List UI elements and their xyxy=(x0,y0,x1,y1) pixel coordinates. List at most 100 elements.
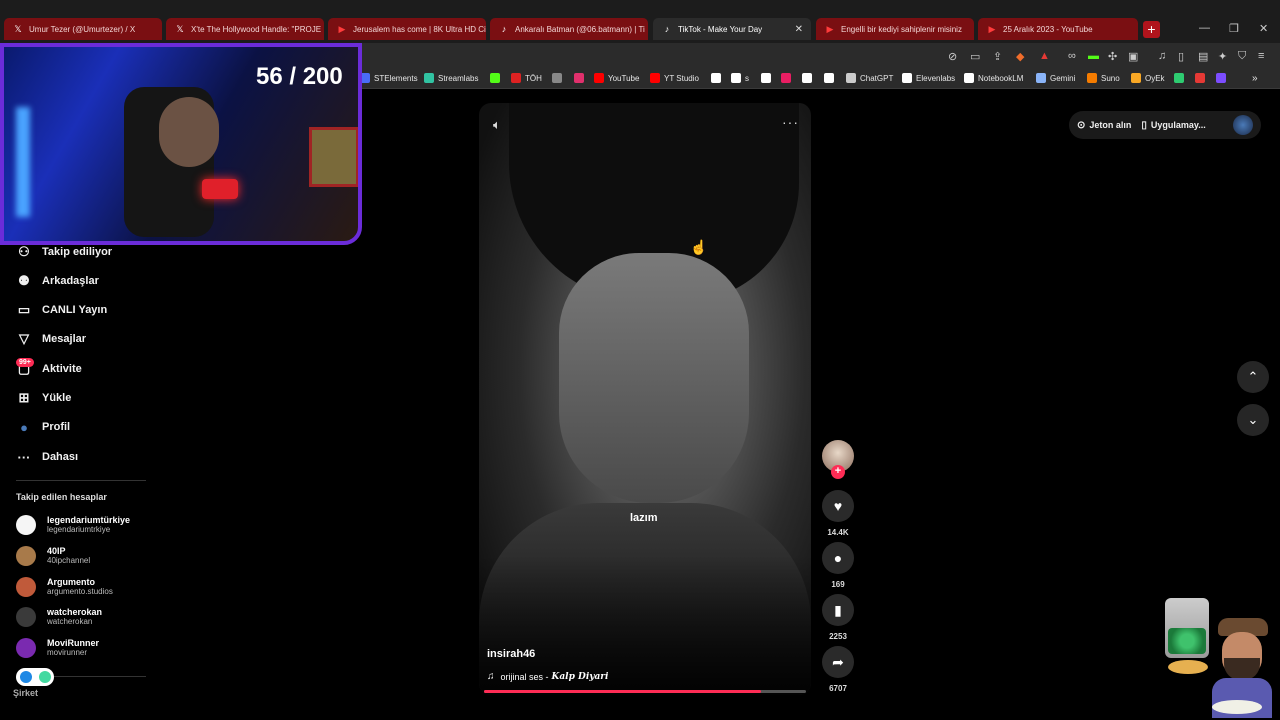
bookmark-item[interactable]: ChatGPT xyxy=(846,73,893,83)
sidebar-item[interactable]: ··· Dahası xyxy=(16,449,79,465)
vpn-shield-icon[interactable]: ⛉ xyxy=(1238,50,1246,63)
minimize-icon[interactable]: — xyxy=(1199,22,1210,34)
browser-menu-icon[interactable]: ≡ xyxy=(1258,50,1264,62)
bookmark-item[interactable]: STElements xyxy=(360,73,418,83)
sidebar-item-label: Yükle xyxy=(42,392,72,404)
brave-shield-icon[interactable]: ◆ xyxy=(1016,50,1024,63)
bookmark-item[interactable] xyxy=(781,73,795,83)
followed-account[interactable]: Argumento argumento.studios xyxy=(16,577,113,597)
bookmark-item[interactable] xyxy=(1195,73,1209,83)
follow-plus-button[interactable]: + xyxy=(831,465,845,479)
heart-icon[interactable]: ♥ xyxy=(822,490,854,522)
bookmark-item[interactable] xyxy=(761,73,775,83)
user-avatar[interactable] xyxy=(1233,115,1253,135)
get-coins-button[interactable]: ⊙ Jeton alın xyxy=(1077,120,1131,131)
sidebar-item[interactable]: ⚇ Takip ediliyor xyxy=(16,244,112,260)
browser-tab[interactable]: 𝕏 X'te The Hollywood Handle: "PROJE xyxy=(166,18,324,40)
maximize-icon[interactable]: ❐ xyxy=(1229,22,1239,35)
video-player[interactable] xyxy=(479,103,811,695)
bookmark-item[interactable] xyxy=(490,73,504,83)
previous-video-button[interactable]: ⌃ xyxy=(1237,361,1269,393)
browser-tab[interactable]: ♪ TikTok - Make Your Day ✕ xyxy=(653,18,811,40)
bookmark-favicon-icon xyxy=(824,73,834,83)
play-mini-icon[interactable] xyxy=(19,671,32,683)
extension-glasses-icon[interactable]: ∞ xyxy=(1068,50,1076,62)
bookmark-item[interactable] xyxy=(802,73,816,83)
bookmark-item[interactable] xyxy=(1174,73,1188,83)
more-options-icon[interactable]: ··· xyxy=(782,114,799,130)
bookmark-item[interactable] xyxy=(824,73,838,83)
sidebar-toggle-icon[interactable]: ▯ xyxy=(1178,50,1184,63)
upload-icon: ⊞ xyxy=(18,390,30,405)
volume-icon[interactable]: 🔈︎ xyxy=(493,117,501,133)
sidebar-item[interactable]: ▭ CANLI Yayın xyxy=(16,302,107,318)
cast-icon[interactable]: ▭ xyxy=(970,50,980,63)
bookmark-item[interactable]: YT Studio xyxy=(650,73,699,83)
bookmarks-overflow-icon[interactable]: » xyxy=(1252,73,1258,84)
bookmark-item[interactable]: YouTube xyxy=(594,73,639,83)
browser-tab-label: Ankaralı Batman (@06.batmann) | Ti xyxy=(515,24,645,34)
bookmark-favicon-icon xyxy=(731,73,741,83)
bookmark-favicon-icon xyxy=(902,73,912,83)
sidebar-item[interactable]: ⚉ Arkadaşlar xyxy=(16,273,99,289)
power-mini-icon[interactable] xyxy=(38,671,51,683)
comment-action[interactable]: ● 169 xyxy=(822,542,854,589)
bookmark-item[interactable] xyxy=(552,73,566,83)
bookmark-label: NotebookLM xyxy=(978,73,1024,83)
save-action[interactable]: ▮ 2253 xyxy=(822,594,854,641)
sidebar-item-label: Mesajlar xyxy=(42,333,87,345)
video-progress-bar[interactable] xyxy=(484,690,806,693)
extension-battery-icon[interactable]: ▬ xyxy=(1088,50,1099,62)
bookmark-item[interactable]: s xyxy=(731,73,749,83)
wallet-icon[interactable]: ▤ xyxy=(1198,50,1208,63)
extension-grid-icon[interactable]: ▣ xyxy=(1128,50,1138,63)
followed-account[interactable]: 40IP 40ipchannel xyxy=(16,546,90,566)
close-tab-icon[interactable]: ✕ xyxy=(795,24,803,35)
share-arrow-icon[interactable]: ➦ xyxy=(822,646,854,678)
browser-tab[interactable]: 𝕏 Umur Tezer (@Umurtezer) / X xyxy=(4,18,162,40)
like-count: 14.4K xyxy=(827,528,849,537)
next-video-button[interactable]: ⌄ xyxy=(1237,404,1269,436)
bookmark-item[interactable]: Gemini xyxy=(1036,73,1075,83)
followed-account[interactable]: watcherokan watcherokan xyxy=(16,607,102,627)
ai-sparkle-icon[interactable]: ✦ xyxy=(1218,50,1227,63)
extensions-puzzle-icon[interactable]: ✣ xyxy=(1108,50,1117,63)
media-icon[interactable]: ♫ xyxy=(1158,50,1166,62)
bookmark-item[interactable]: Streamlabs xyxy=(424,73,478,83)
bookmark-icon[interactable]: ▮ xyxy=(822,594,854,626)
account-avatar xyxy=(16,607,36,627)
share-action[interactable]: ➦ 6707 xyxy=(822,646,854,693)
floating-mini-player[interactable] xyxy=(16,668,54,686)
followed-account[interactable]: MoviRunner movirunner xyxy=(16,638,99,658)
share-icon[interactable]: ⇪ xyxy=(993,50,1002,63)
browser-tab[interactable]: ▶ Engelli bir kediyi sahiplenir misiniz xyxy=(816,18,974,40)
close-window-icon[interactable]: ✕ xyxy=(1259,22,1268,35)
bookmark-item[interactable] xyxy=(711,73,725,83)
video-author[interactable]: insirah46 xyxy=(487,648,535,660)
new-tab-button[interactable]: + xyxy=(1143,21,1160,38)
send-icon: ▽ xyxy=(19,331,29,346)
account-handle: watcherokan xyxy=(47,617,93,626)
bookmark-item[interactable] xyxy=(574,73,588,83)
browser-tab[interactable]: ♪ Ankaralı Batman (@06.batmann) | Ti xyxy=(490,18,648,40)
sidebar-item[interactable]: ▽ Mesajlar xyxy=(16,331,86,347)
bookmark-item[interactable]: OyEk xyxy=(1131,73,1165,83)
sidebar-item[interactable]: ● Profil xyxy=(16,419,70,435)
sidebar-item[interactable]: ⊞ Yükle xyxy=(16,390,72,406)
like-action[interactable]: ♥ 14.4K xyxy=(822,490,854,537)
bookmark-item[interactable]: Elevenlabs xyxy=(902,73,955,83)
followed-account[interactable]: legendariumtürkiye legendariumtrkiye xyxy=(16,515,130,535)
rewards-icon[interactable]: ▲ xyxy=(1039,50,1050,62)
bookmark-item[interactable]: NotebookLM xyxy=(964,73,1023,83)
wall-painting xyxy=(309,127,358,187)
company-link[interactable]: Şirket xyxy=(13,688,38,698)
bookmark-item[interactable]: TÖH xyxy=(511,73,542,83)
music-line[interactable]: ♫ orijinal ses - Kalp Diyari xyxy=(487,671,608,682)
bookmark-item[interactable]: Suno xyxy=(1087,73,1120,83)
browser-tab[interactable]: ▶ 25 Aralık 2023 - YouTube xyxy=(978,18,1138,40)
get-app-button[interactable]: ▯ Uygulamay... xyxy=(1141,120,1205,131)
bookmark-item[interactable] xyxy=(1216,73,1230,83)
no-tracking-icon[interactable]: ⊘ xyxy=(948,50,957,63)
comment-icon[interactable]: ● xyxy=(822,542,854,574)
browser-tab[interactable]: ▶ Jerusalem has come | 8K Ultra HD Ci xyxy=(328,18,486,40)
